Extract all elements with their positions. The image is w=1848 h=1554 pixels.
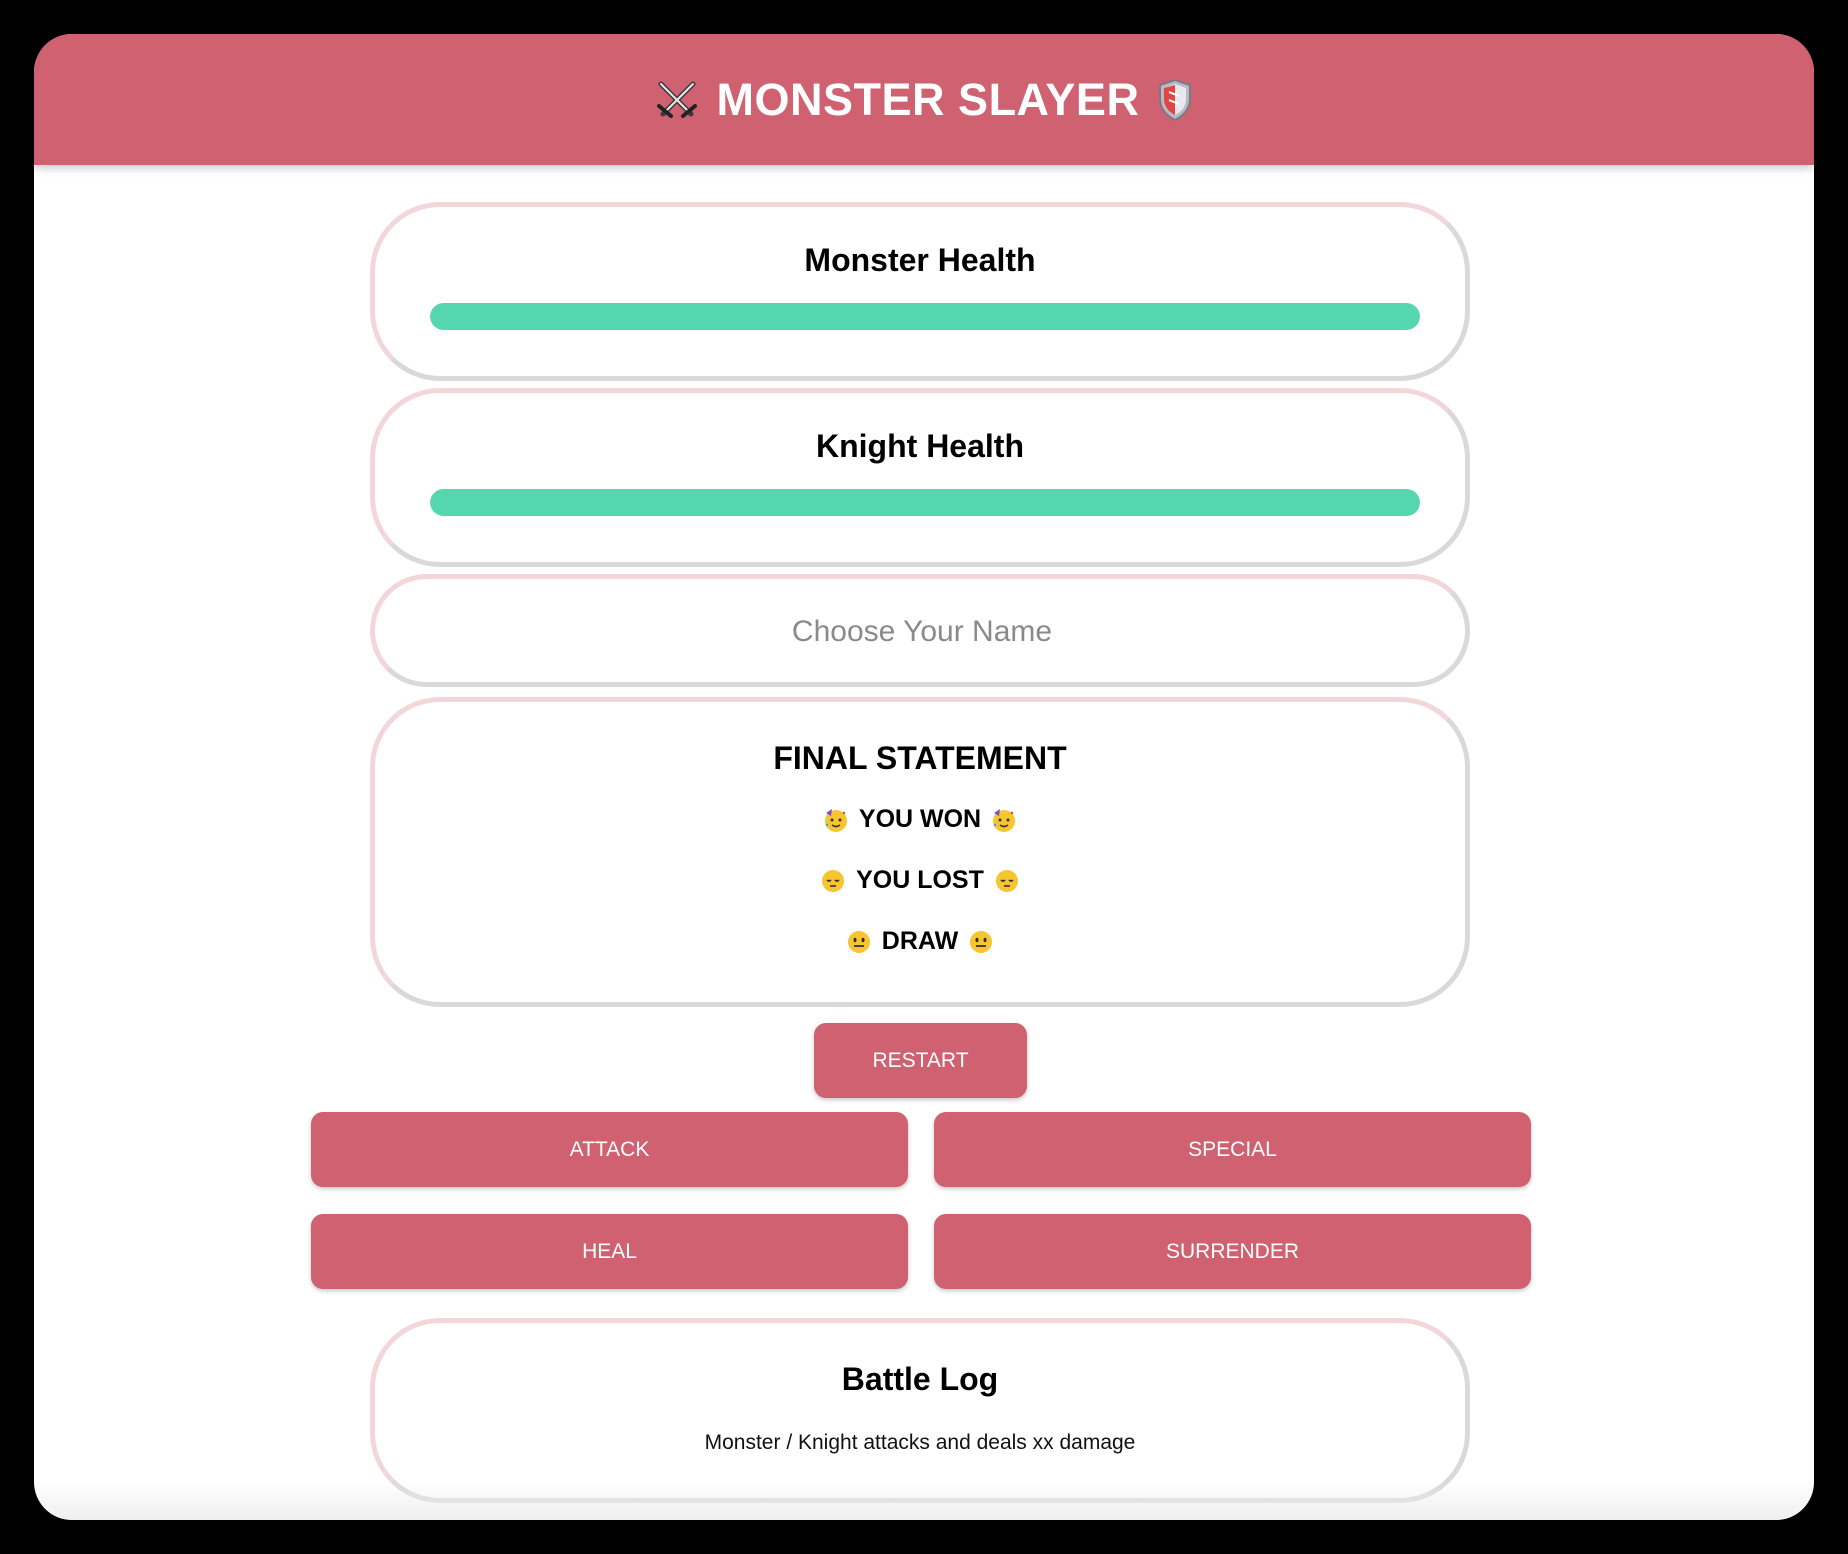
name-input-panel (370, 574, 1470, 687)
crossed-swords-icon (655, 78, 699, 122)
result-draw-label: DRAW (881, 927, 959, 955)
pensive-face-icon (994, 868, 1020, 894)
attack-button[interactable]: ATTACK (311, 1112, 908, 1187)
knight-health-fill (430, 489, 1420, 516)
monster-health-bar (430, 303, 1420, 330)
monster-health-panel: Monster Health (370, 202, 1470, 381)
battle-log-panel: Battle Log Monster / Knight attacks and … (370, 1318, 1470, 1503)
result-you-won-label: YOU WON (858, 805, 982, 833)
app-window: MONSTER SLAYER Monster Health Knight Hea… (34, 34, 1814, 1520)
knight-health-title: Knight Health (816, 428, 1024, 464)
final-statement-title: FINAL STATEMENT (773, 740, 1067, 776)
neutral-face-icon (968, 929, 994, 955)
battle-log-entry: Monster / Knight attacks and deals xx da… (704, 1431, 1136, 1454)
monster-health-fill (430, 303, 1420, 330)
neutral-face-icon (846, 929, 872, 955)
app-title: MONSTER SLAYER (716, 73, 1140, 125)
app-header: MONSTER SLAYER (34, 34, 1814, 165)
result-you-lost-label: YOU LOST (856, 866, 984, 894)
special-button[interactable]: SPECIAL (934, 1112, 1531, 1187)
monster-health-title: Monster Health (804, 242, 1036, 278)
name-input[interactable] (375, 579, 1469, 684)
heal-button[interactable]: HEAL (311, 1214, 908, 1289)
result-you-won: YOU WON (375, 805, 1465, 834)
result-draw: DRAW (375, 927, 1465, 956)
restart-button[interactable]: RESTART (814, 1023, 1027, 1098)
surrender-button[interactable]: SURRENDER (934, 1214, 1531, 1289)
knight-health-panel: Knight Health (370, 388, 1470, 567)
knight-health-bar (430, 489, 1420, 516)
party-face-icon (991, 807, 1017, 833)
party-face-icon (823, 807, 849, 833)
shield-icon (1157, 78, 1193, 122)
battle-log-title: Battle Log (841, 1361, 999, 1397)
final-statement-panel: FINAL STATEMENT YOU WON YOU LOST DRAW (370, 697, 1470, 1007)
result-you-lost: YOU LOST (375, 866, 1465, 895)
pensive-face-icon (820, 868, 846, 894)
